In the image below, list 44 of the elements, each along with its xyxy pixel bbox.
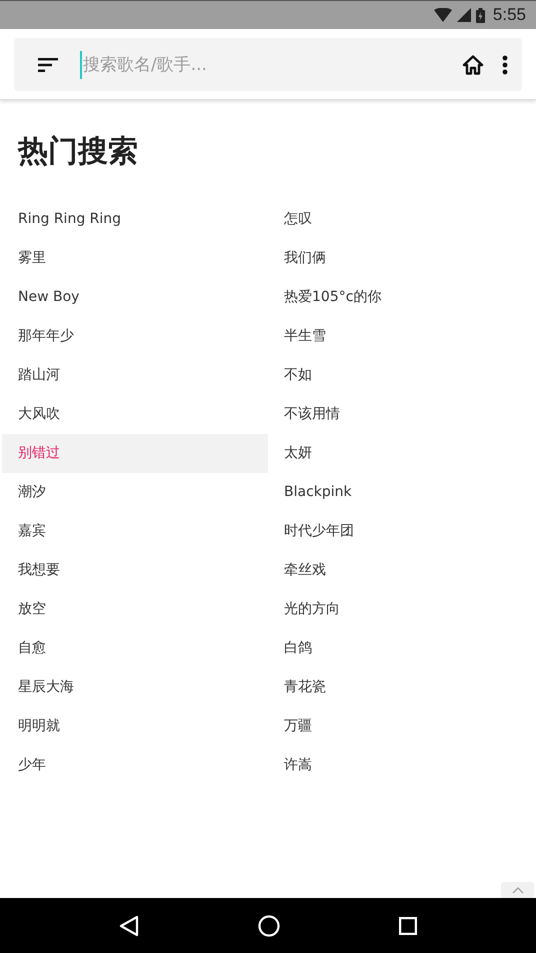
hot-search-item[interactable]: 怎叹 [268,200,534,239]
hot-search-item[interactable]: 白鸽 [268,629,534,668]
hot-search-item[interactable]: 不该用情 [268,395,534,434]
home-icon [462,54,484,74]
section-title: 热门搜索 [18,133,139,171]
home-circle-icon[interactable] [258,914,280,936]
hot-search-item[interactable]: 雾里 [2,239,268,278]
hot-search-item[interactable]: 那年年少 [2,317,268,356]
wifi-icon [434,8,452,22]
hot-search-item[interactable]: 放空 [2,590,268,629]
search-bar[interactable]: 搜索歌名/歌手... [14,38,522,91]
hot-search-item[interactable]: 牵丝戏 [268,551,534,590]
hot-search-item[interactable]: 嘉宾 [2,512,268,551]
hot-search-item[interactable]: 许嵩 [268,746,534,785]
recents-square-icon[interactable] [398,916,417,934]
hot-search-item[interactable]: 光的方向 [268,590,534,629]
back-icon[interactable] [119,914,140,936]
hot-search-item[interactable]: Ring Ring Ring [2,200,268,239]
hot-search-item[interactable]: 青花瓷 [268,668,534,707]
hot-search-item[interactable]: 万疆 [268,707,534,746]
hot-search-item[interactable]: 太妍 [268,434,534,473]
sort-lines-icon [38,58,58,72]
hot-search-item[interactable]: Blackpink [268,473,534,512]
hot-search-item[interactable]: 明明就 [2,707,268,746]
hot-search-item[interactable]: 我想要 [2,551,268,590]
more-vertical-icon [502,54,508,74]
signal-icon [456,8,471,22]
chevron-up-icon [512,886,524,894]
hot-search-item[interactable]: 自愈 [2,629,268,668]
hot-search-item[interactable]: 踏山河 [2,356,268,395]
hot-search-item[interactable]: 热爱105°c的你 [268,278,534,317]
hot-search-item[interactable]: 时代少年团 [268,512,534,551]
hot-search-item[interactable]: 别错过 [2,434,268,473]
hot-search-item[interactable]: 半生雪 [268,317,534,356]
hot-search-item[interactable]: New Boy [2,278,268,317]
search-input[interactable]: 搜索歌名/歌手... [80,50,448,78]
hot-search-item[interactable]: 潮汐 [2,473,268,512]
hot-search-item[interactable]: 不如 [268,356,534,395]
hot-search-item[interactable]: 大风吹 [2,395,268,434]
hot-search-item[interactable]: 星辰大海 [2,668,268,707]
hot-search-item[interactable]: 我们俩 [268,239,534,278]
hot-search-item[interactable]: 少年 [2,746,268,785]
battery-icon [476,8,485,22]
status-time: 5:55 [492,5,526,25]
